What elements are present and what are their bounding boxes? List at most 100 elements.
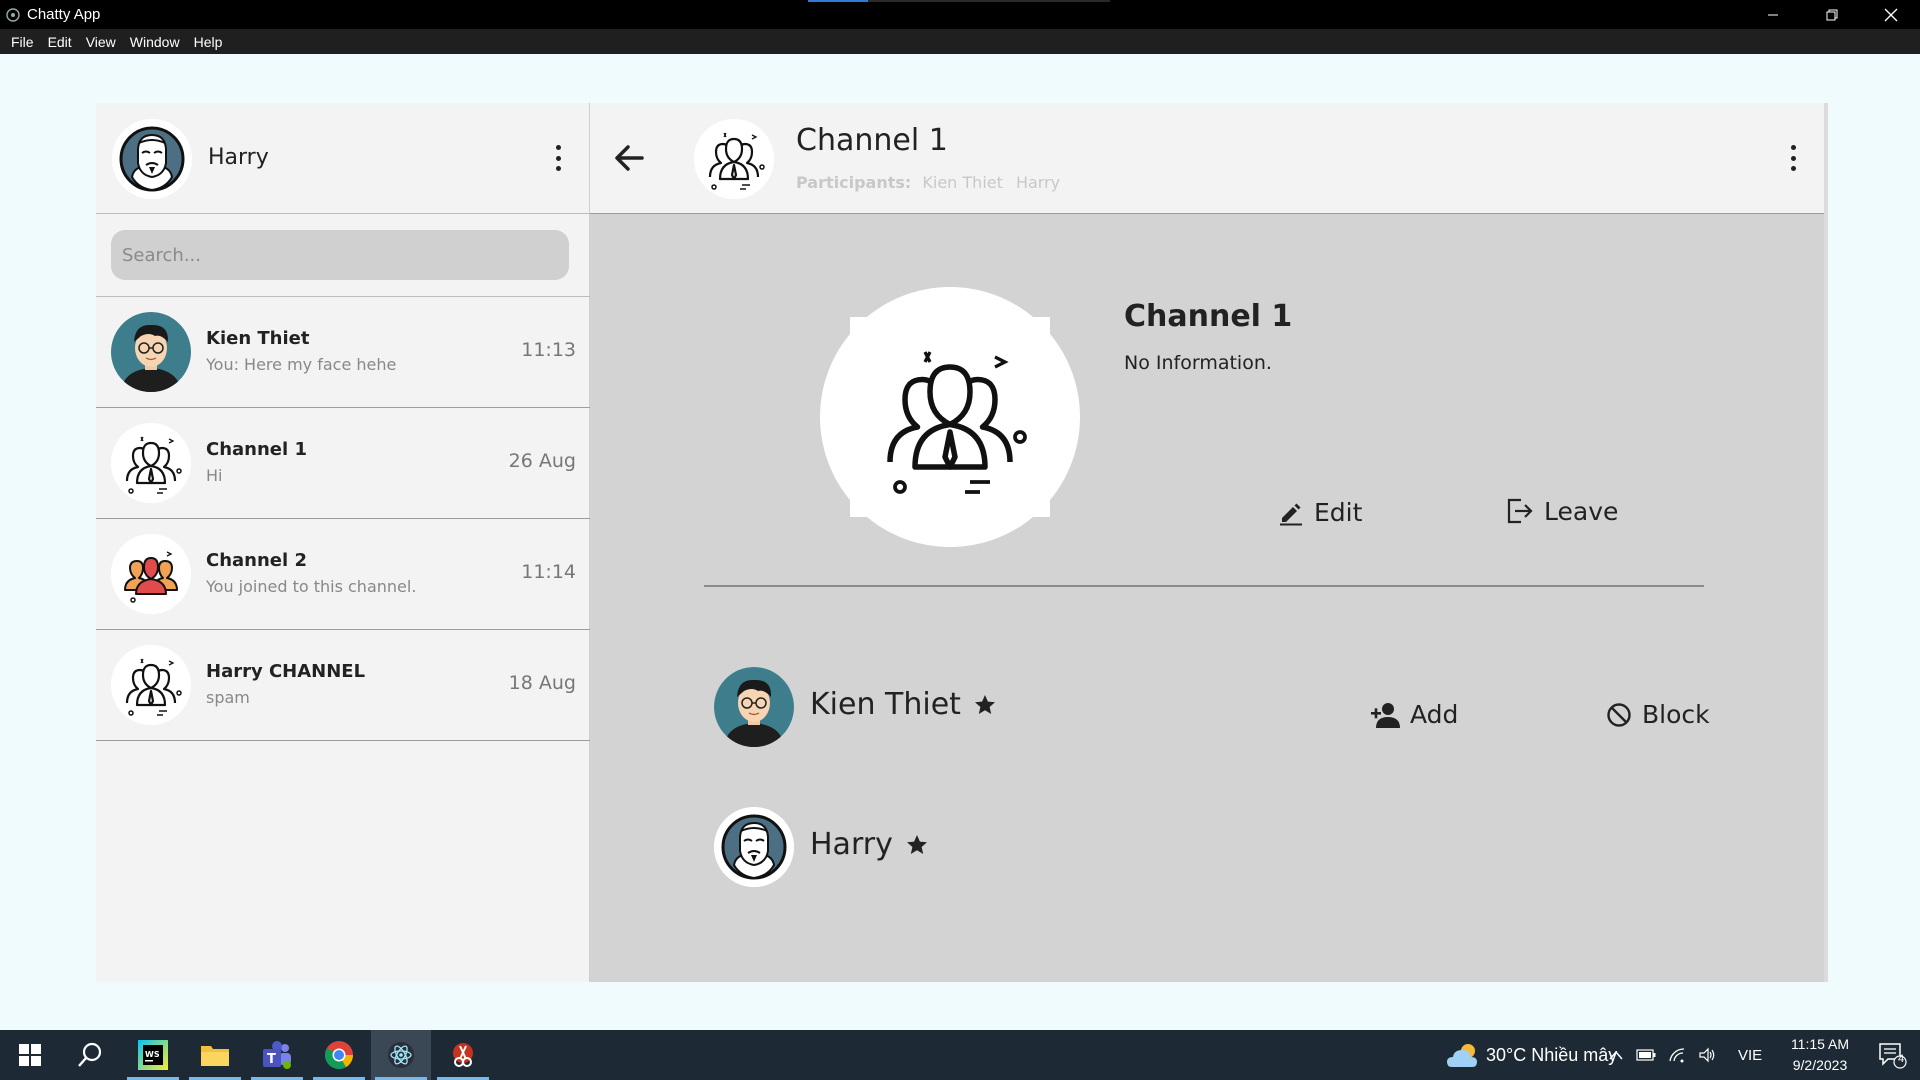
edit-button[interactable]: Edit (1278, 498, 1362, 527)
menu-bar: File Edit View Window Help (0, 29, 1920, 54)
chat-item-channel-2[interactable]: Channel 2 You joined to this channel. 11… (96, 519, 590, 630)
battery-icon[interactable] (1636, 1049, 1656, 1061)
my-name: Harry (208, 145, 269, 170)
clock-date: 9/2/2023 (1792, 1057, 1848, 1073)
chat-app: Harry Kien Thiet You: Here my face hehe … (96, 103, 1828, 982)
taskbar-file-explorer[interactable] (185, 1030, 245, 1080)
chat-last-message: You: Here my face hehe (206, 355, 397, 374)
chat-list: Kien Thiet You: Here my face hehe 11:13 … (96, 297, 590, 741)
input-language[interactable]: VIE (1738, 1030, 1762, 1080)
kebab-dot (555, 155, 561, 161)
chat-name: Kien Thiet (206, 328, 310, 349)
profile-menu-button[interactable] (553, 145, 563, 171)
close-icon (1884, 8, 1897, 21)
taskbar-chatty-app[interactable] (371, 1030, 431, 1080)
group-icon (111, 423, 191, 503)
chat-time: 18 Aug (508, 672, 576, 694)
kebab-dot (1790, 145, 1796, 150)
chat-avatar (111, 423, 191, 503)
chat-name: Channel 1 (206, 439, 307, 460)
taskbar-clock[interactable]: 11:15 AM 9/2/2023 (1778, 1034, 1862, 1076)
chat-item-kien-thiet[interactable]: Kien Thiet You: Here my face hehe 11:13 (96, 297, 590, 408)
start-button[interactable] (0, 1030, 60, 1080)
chat-last-message: Hi (206, 466, 223, 485)
member-row: Kien Thiet (714, 667, 1714, 747)
cloud-sun-icon (1447, 1044, 1477, 1067)
channel-menu-button[interactable] (1788, 145, 1798, 171)
clock-time: 11:15 AM (1790, 1036, 1850, 1052)
minimize-button[interactable] (1743, 0, 1802, 29)
chat-last-message: spam (206, 688, 250, 707)
block-button[interactable]: Block (1606, 700, 1710, 729)
add-friend-button[interactable]: Add (1370, 700, 1458, 729)
channel-avatar[interactable] (694, 119, 774, 199)
taskbar-webstorm[interactable]: WS (123, 1030, 183, 1080)
divider (704, 585, 1704, 587)
member-name: Kien Thiet (810, 687, 961, 722)
menu-help[interactable]: Help (187, 34, 230, 50)
taskbar-snipping-tool[interactable] (433, 1030, 493, 1080)
menu-edit[interactable]: Edit (41, 34, 79, 50)
wifi-icon[interactable] (1668, 1047, 1686, 1063)
add-label: Add (1410, 700, 1459, 729)
group-icon (111, 645, 191, 725)
add-person-icon (1371, 702, 1400, 728)
chat-avatar (111, 645, 191, 725)
notification-center-button[interactable]: 4 (1864, 1030, 1920, 1080)
group-icon (694, 119, 774, 199)
chevron-up-icon[interactable] (1608, 1049, 1624, 1061)
app-icon (6, 7, 20, 22)
participant-name: Kien Thiet (922, 173, 1003, 192)
leave-button[interactable]: Leave (1504, 496, 1618, 526)
search-button[interactable] (60, 1030, 120, 1080)
chat-avatar (111, 312, 191, 392)
menu-view[interactable]: View (79, 34, 123, 50)
chat-item-channel-1[interactable]: Channel 1 Hi 26 Aug (96, 408, 590, 519)
folder-icon (201, 1046, 229, 1066)
search-input[interactable] (111, 230, 569, 280)
chat-last-message: You joined to this channel. (206, 577, 417, 596)
pencil-icon (1280, 503, 1302, 525)
my-avatar[interactable] (112, 119, 192, 199)
kebab-dot (1790, 155, 1796, 161)
chat-avatar (111, 534, 191, 614)
chat-name: Channel 2 (206, 550, 307, 571)
webstorm-icon: WS (138, 1040, 168, 1070)
speaker-icon[interactable] (1698, 1047, 1716, 1063)
member-name: Harry (810, 827, 893, 862)
profile-header: Harry (96, 103, 590, 214)
chrome-icon (325, 1041, 353, 1069)
electron-icon (388, 1042, 414, 1068)
notification-count: 4 (1898, 1053, 1905, 1065)
window-title: Chatty App (27, 6, 101, 23)
taskbar-teams[interactable]: T (247, 1030, 307, 1080)
weather-text: 30°C Nhiều mây (1486, 1044, 1618, 1065)
chat-item-harry-channel[interactable]: Harry CHANNEL spam 18 Aug (96, 630, 590, 741)
member-avatar[interactable] (714, 807, 794, 887)
block-icon (1607, 702, 1631, 727)
participants-label: Participants: (796, 173, 912, 192)
back-arrow-icon[interactable] (612, 141, 646, 175)
weather-widget[interactable]: 30°C Nhiều mây (1446, 1030, 1617, 1080)
scissors-icon (453, 1043, 473, 1067)
restore-button[interactable] (1802, 0, 1861, 29)
restore-icon (1826, 9, 1837, 20)
system-tray (1608, 1030, 1716, 1080)
participants-line: Participants: Kien Thiet Harry (796, 173, 1068, 192)
taskbar-chrome[interactable] (309, 1030, 369, 1080)
search-icon (78, 1042, 102, 1067)
close-button[interactable] (1861, 0, 1920, 29)
windows-logo-icon (19, 1044, 41, 1066)
svg-text:T: T (267, 1052, 276, 1067)
masked-avatar-icon (714, 807, 794, 887)
chat-time: 11:14 (521, 561, 576, 583)
menu-window[interactable]: Window (123, 34, 187, 50)
teams-icon: T (263, 1041, 291, 1069)
member-avatar[interactable] (714, 667, 794, 747)
channel-info-description: No Information. (1124, 352, 1272, 374)
menu-file[interactable]: File (4, 34, 41, 50)
channel-panel: Channel 1 Participants: Kien Thiet Harry… (590, 103, 1824, 982)
leave-icon (1507, 498, 1533, 524)
channel-header: Channel 1 Participants: Kien Thiet Harry (590, 103, 1824, 214)
taskbar: WS T 30°C Nhiều mây VIE 11:15 AM 9/2/202… (0, 1030, 1920, 1080)
